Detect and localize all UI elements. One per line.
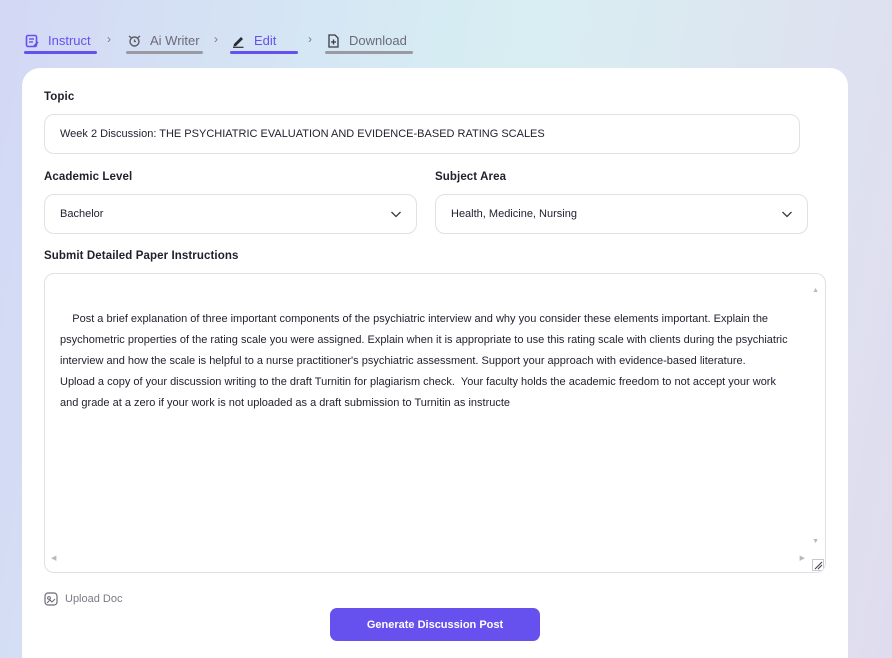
chevron-down-icon: [391, 211, 401, 218]
step-underline: [126, 51, 203, 54]
topic-label: Topic: [44, 91, 75, 103]
chevron-down-icon: [782, 211, 792, 218]
instructions-card: Topic Week 2 Discussion: THE PSYCHIATRIC…: [22, 68, 848, 658]
subject-area-label: Subject Area: [435, 171, 507, 183]
step-underline: [230, 51, 298, 54]
step-underline: [24, 51, 97, 54]
academic-level-select[interactable]: Bachelor: [44, 194, 417, 234]
instruct-icon: [24, 33, 40, 49]
step-instruct[interactable]: Instruct: [24, 28, 97, 54]
scroll-left-arrow[interactable]: ◀: [51, 548, 56, 569]
scroll-down-arrow[interactable]: ▼: [812, 531, 819, 552]
upload-doc-button[interactable]: Upload Doc: [44, 592, 122, 606]
topic-input[interactable]: Week 2 Discussion: THE PSYCHIATRIC EVALU…: [44, 114, 800, 154]
topic-value: Week 2 Discussion: THE PSYCHIATRIC EVALU…: [60, 128, 545, 140]
download-icon: [325, 33, 341, 49]
edit-icon: [230, 33, 246, 49]
step-underline: [325, 51, 413, 54]
subject-area-select[interactable]: Health, Medicine, Nursing: [435, 194, 808, 234]
step-separator: ›: [107, 32, 111, 46]
resize-handle-icon[interactable]: [812, 559, 824, 571]
generate-discussion-post-button[interactable]: Generate Discussion Post: [330, 608, 540, 641]
instructions-text: Post a brief explanation of three import…: [60, 313, 788, 409]
ai-writer-icon: [126, 33, 142, 49]
step-label: Download: [349, 33, 407, 48]
step-download[interactable]: Download: [325, 28, 413, 54]
upload-icon: [44, 592, 58, 606]
step-label: Edit: [254, 33, 277, 48]
scroll-right-arrow[interactable]: ▶: [800, 548, 805, 569]
scroll-up-arrow[interactable]: ▲: [812, 280, 819, 301]
instructions-label: Submit Detailed Paper Instructions: [44, 250, 239, 262]
step-label: Instruct: [48, 33, 91, 48]
step-separator: ›: [214, 32, 218, 46]
subject-area-value: Health, Medicine, Nursing: [451, 208, 577, 220]
step-separator: ›: [308, 32, 312, 46]
step-edit[interactable]: Edit: [230, 28, 298, 54]
step-ai-writer[interactable]: Ai Writer: [126, 28, 203, 54]
academic-level-value: Bachelor: [60, 208, 104, 220]
instructions-textarea[interactable]: Post a brief explanation of three import…: [44, 273, 826, 573]
upload-label: Upload Doc: [65, 593, 123, 605]
academic-level-label: Academic Level: [44, 171, 133, 183]
step-label: Ai Writer: [150, 33, 200, 48]
